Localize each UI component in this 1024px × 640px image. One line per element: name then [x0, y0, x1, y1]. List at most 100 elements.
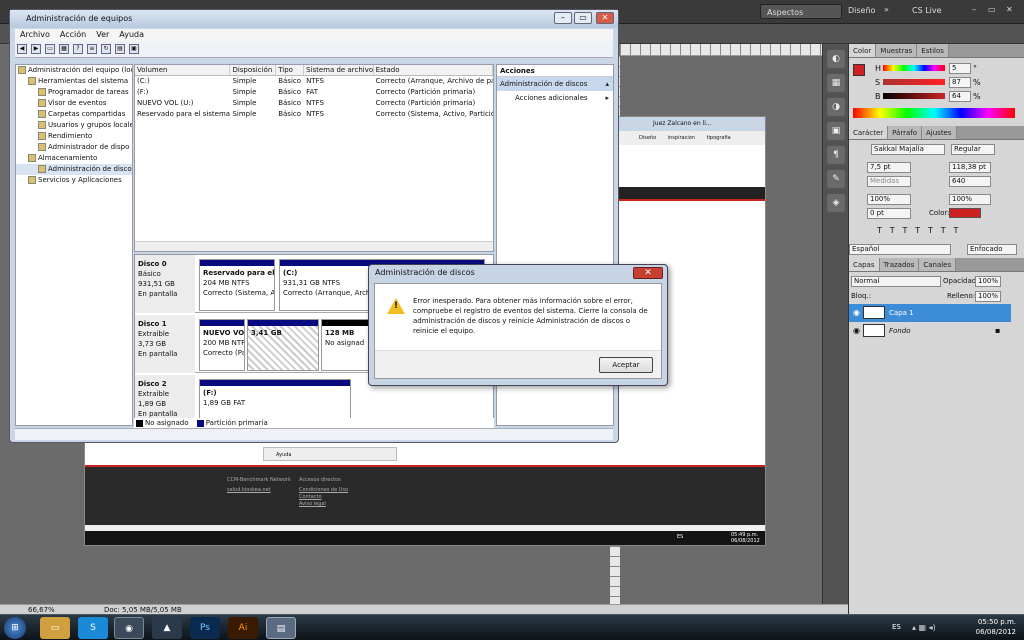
column-header[interactable]: Sistema de archivos [304, 65, 374, 75]
blend-mode-select[interactable]: Normal [851, 276, 941, 287]
font-style-select[interactable]: Regular [951, 144, 995, 155]
tree-item[interactable]: Programador de tareas [16, 87, 132, 98]
tree-item[interactable]: Servicios y Aplicaciones [16, 175, 132, 186]
tab-color[interactable]: Color [849, 44, 877, 57]
horizontal-scale-input[interactable]: 100% [949, 194, 991, 205]
text-color-swatch[interactable] [949, 208, 981, 218]
tab-paths[interactable]: Trazados [879, 258, 920, 271]
help-icon[interactable]: ? [73, 44, 83, 54]
accept-button[interactable]: Aceptar [599, 357, 653, 373]
adjust-icon[interactable]: ◑ [827, 98, 845, 116]
explorer-icon[interactable]: ▭ [40, 617, 70, 639]
menu-ver[interactable]: Ver [91, 29, 114, 41]
app-icon[interactable]: ▲ [152, 617, 182, 639]
start-button[interactable]: ⊞ [4, 617, 26, 639]
tree-item[interactable]: Administrador de dispo [16, 142, 132, 153]
tab-character[interactable]: Carácter [849, 126, 889, 139]
tab-adjustments[interactable]: Ajustes [922, 126, 957, 139]
export-icon[interactable]: ▣ [129, 44, 139, 54]
table-row[interactable]: NUEVO VOL (U:) Simple Básico NTFS Correcto (… [135, 98, 493, 109]
column-header[interactable]: Volumen [135, 65, 231, 75]
tree-item[interactable]: Usuarios y grupos locale [16, 120, 132, 131]
brightness-slider[interactable] [883, 93, 945, 99]
maximize-button[interactable]: ▭ [574, 12, 592, 24]
chrome-icon[interactable]: ◉ [114, 617, 144, 639]
hue-slider[interactable] [883, 65, 945, 71]
column-header[interactable]: Estado [374, 65, 493, 75]
tree-item[interactable]: Carpetas compartidas [16, 109, 132, 120]
more-workspaces-icon[interactable]: » [884, 5, 889, 14]
eye-icon[interactable]: ◉ [853, 308, 860, 317]
layers-icon[interactable]: ◈ [827, 194, 845, 212]
font-size-select[interactable]: 7,5 pt [867, 162, 911, 173]
action-disk-management[interactable]: Administración de discos ▴ [497, 77, 613, 91]
font-family-select[interactable]: Sakkal Majalla [871, 144, 945, 155]
mask-icon[interactable]: ▣ [827, 122, 845, 140]
tab-paragraph[interactable]: Párrafo [888, 126, 922, 139]
forward-icon[interactable]: ▶ [31, 44, 41, 54]
vertical-scale-input[interactable]: 100% [867, 194, 911, 205]
baseline-input[interactable]: 0 pt [867, 208, 911, 219]
tab-styles[interactable]: Estilos [917, 44, 949, 57]
kerning-select[interactable]: Medidas [867, 176, 911, 187]
layer-name[interactable]: Fondo [889, 327, 910, 335]
computer-management-icon[interactable]: ▤ [266, 617, 296, 639]
action-more[interactable]: Acciones adicionales ▸ [497, 91, 613, 105]
tree-item[interactable]: Administración del equipo (loc [16, 65, 132, 76]
photoshop-icon[interactable]: Ps [190, 617, 220, 639]
foreground-swatch[interactable] [853, 64, 865, 76]
menu-archivo[interactable]: Archivo [15, 29, 55, 41]
leading-select[interactable]: 118,38 pt [949, 162, 991, 173]
table-row[interactable]: Reservado para el sistema Simple Básico NTF… [135, 109, 493, 120]
paragraph-icon[interactable]: ¶ [827, 146, 845, 164]
tab-swatches[interactable]: Muestras [876, 44, 918, 57]
s-input[interactable]: 87 [949, 77, 971, 88]
menu-accion[interactable]: Acción [55, 29, 91, 41]
h-input[interactable]: 5 [949, 63, 971, 74]
folder-icon[interactable]: ▭ [45, 44, 55, 54]
collapse-icon[interactable]: ▴ [605, 77, 609, 91]
illustrator-icon[interactable]: Ai [228, 617, 258, 639]
table-row[interactable]: (F:) Simple Básico FAT Correcto (Partición p… [135, 87, 493, 98]
refresh-icon[interactable]: ↻ [101, 44, 111, 54]
tracking-select[interactable]: 640 [949, 176, 991, 187]
close-button[interactable]: ✕ [596, 12, 614, 24]
column-header[interactable]: Disposición [230, 65, 277, 75]
layer-row-fondo[interactable]: ◉ Fondo ▪ [849, 322, 1011, 340]
partition[interactable]: Reservado para el sis 204 MB NTFS Correcto… [199, 259, 275, 311]
color-ramp[interactable] [853, 108, 1015, 118]
tree-item[interactable]: Administración de disco [16, 164, 132, 175]
antialias-select[interactable]: Enfocado [967, 244, 1017, 255]
tab-layers[interactable]: Capas [849, 258, 880, 271]
close-icon[interactable]: ✕ [1006, 5, 1013, 14]
minimize-button[interactable]: – [554, 12, 572, 24]
layer-row-capa1[interactable]: ◉ Capa 1 [849, 304, 1011, 322]
tree-item[interactable]: Visor de eventos [16, 98, 132, 109]
tree-item[interactable]: Almacenamiento [16, 153, 132, 164]
partition[interactable]: NUEVO VOI 200 MB NTF Correcto (Pa [199, 319, 245, 371]
cs-live-menu[interactable]: CS Live [912, 6, 942, 15]
fill-input[interactable]: 100% [975, 291, 1001, 302]
clock[interactable]: 05:50 p.m. 06/08/2012 [976, 617, 1016, 637]
layer-name[interactable]: Capa 1 [889, 309, 914, 317]
b-input[interactable]: 64 [949, 91, 971, 102]
opacity-input[interactable]: 100% [975, 276, 1001, 287]
grid-icon[interactable]: ▦ [59, 44, 69, 54]
list-icon[interactable]: ≡ [87, 44, 97, 54]
horizontal-scrollbar[interactable] [135, 241, 493, 251]
partition[interactable]: 3,41 GB [247, 319, 319, 371]
type-style-buttons[interactable]: TTTTTTT [877, 226, 966, 235]
back-icon[interactable]: ◀ [17, 44, 27, 54]
tray-icons[interactable]: ▴ ▦ ◂) [912, 623, 936, 632]
language-select[interactable]: Español [849, 244, 951, 255]
restore-icon[interactable]: ▭ [988, 5, 996, 14]
color-picker-icon[interactable]: ◐ [827, 50, 845, 68]
tree-item[interactable]: Rendimiento [16, 131, 132, 142]
menu-ayuda[interactable]: Ayuda [114, 29, 149, 41]
saturation-slider[interactable] [883, 79, 945, 85]
language-indicator[interactable]: ES [892, 623, 901, 631]
dialog-close-button[interactable]: ✕ [633, 267, 663, 279]
properties-icon[interactable]: ▤ [115, 44, 125, 54]
workspace-button[interactable]: Aspectos esenciales [760, 4, 842, 32]
tab-channels[interactable]: Canales [919, 258, 957, 271]
